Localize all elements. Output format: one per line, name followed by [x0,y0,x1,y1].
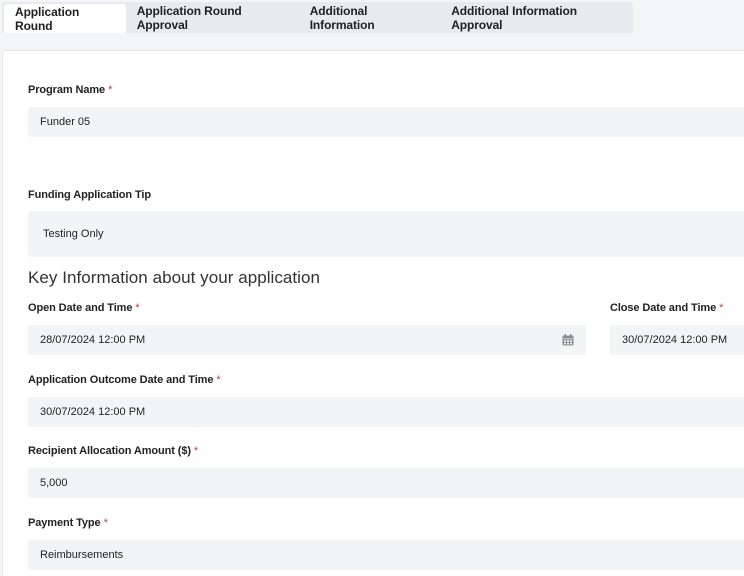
open-date-field[interactable]: 28/07/2024 12:00 PM [28,325,586,355]
allocation-amount-field[interactable]: 5,000 [28,468,744,498]
close-date-label: Close Date and Time * [610,302,724,314]
tab-additional-information[interactable]: Additional Information [299,2,441,33]
outcome-date-field[interactable]: 30/07/2024 12:00 PM [28,397,744,427]
application-round-form: Program Name * Funder 05 Funding Applicat… [2,50,744,576]
payment-type-field[interactable]: Reimbursements [28,540,744,570]
payment-type-value: Reimbursements [40,549,124,561]
outcome-date-label: Application Outcome Date and Time * [28,374,221,386]
program-name-field[interactable]: Funder 05 [28,107,744,137]
required-mark: * [193,445,199,457]
funding-tip-label: Funding Application Tip [28,189,151,201]
funding-tip-field[interactable]: Testing Only [28,211,744,257]
tab-application-round[interactable]: Application Round [4,4,126,33]
allocation-amount-value: 5,000 [40,477,68,489]
close-date-field[interactable]: 30/07/2024 12:00 PM [610,325,744,355]
outcome-date-value: 30/07/2024 12:00 PM [40,406,146,418]
program-name-label: Program Name * [28,84,113,96]
required-mark: * [103,517,108,529]
tab-additional-information-approval[interactable]: Additional Information Approval [440,2,633,33]
required-mark: * [719,302,724,314]
program-name-value: Funder 05 [40,116,91,128]
calendar-icon[interactable] [562,334,574,346]
open-date-value: 28/07/2024 12:00 PM [40,334,146,346]
payment-type-label: Payment Type * [28,517,108,529]
required-mark: * [135,302,140,314]
close-date-value: 30/07/2024 12:00 PM [622,334,728,346]
open-date-label: Open Date and Time * [28,302,140,314]
tab-bar: Application Round Application Round Appr… [2,2,633,33]
allocation-amount-label: Recipient Allocation Amount ($) * [28,445,199,457]
funding-tip-value: Testing Only [43,228,104,240]
required-mark: * [216,374,221,386]
tab-application-round-approval[interactable]: Application Round Approval [126,2,299,33]
required-mark: * [108,84,113,96]
key-information-heading: Key Information about your application [28,268,321,287]
